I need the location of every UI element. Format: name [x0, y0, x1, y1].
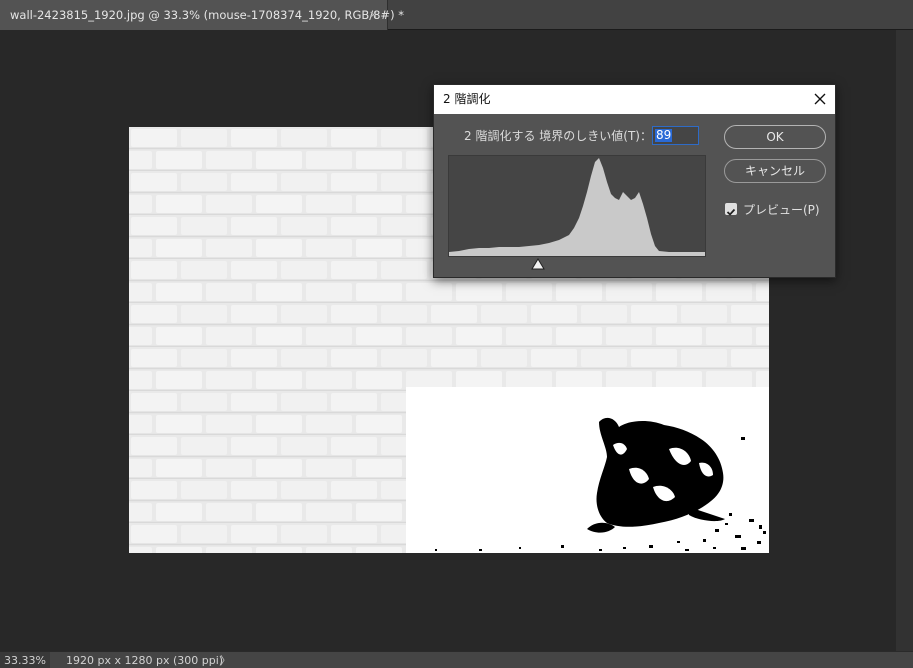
cancel-button[interactable]: キャンセル: [724, 159, 826, 183]
document-tab-bar: wall-2423815_1920.jpg @ 33.3% (mouse-170…: [0, 0, 913, 30]
histogram: [448, 155, 706, 257]
checkmark-icon: [726, 208, 736, 216]
status-bar: 33.33% 1920 px x 1280 px (300 ppi) 〉: [0, 651, 913, 668]
photoshop-window: wall-2423815_1920.jpg @ 33.3% (mouse-170…: [0, 0, 913, 668]
histogram-area: [449, 158, 705, 256]
histogram-graph: [449, 158, 705, 256]
status-menu-arrow-icon[interactable]: 〉: [220, 652, 231, 668]
document-info: 1920 px x 1280 px (300 ppi): [66, 654, 224, 667]
document-tab-title: wall-2423815_1920.jpg @ 33.3% (mouse-170…: [10, 8, 404, 22]
vertical-scrollbar[interactable]: [896, 30, 913, 651]
ok-button[interactable]: OK: [724, 125, 826, 149]
preview-checkbox[interactable]: [725, 203, 737, 216]
dialog-title: 2 階調化: [443, 92, 491, 106]
close-icon[interactable]: [812, 91, 828, 107]
threshold-dialog: 2 階調化 2 階調化する 境界のしきい値(T)： 89 OK キャンセル: [433, 84, 836, 278]
threshold-slider-handle[interactable]: [531, 258, 545, 270]
zoom-level[interactable]: 33.33%: [0, 652, 50, 668]
threshold-level-label: 2 階調化する 境界のしきい値(T)：: [464, 129, 652, 143]
dialog-titlebar[interactable]: 2 階調化: [434, 85, 835, 114]
document-tab[interactable]: wall-2423815_1920.jpg @ 33.3% (mouse-170…: [0, 0, 404, 30]
close-tab-icon[interactable]: ×: [369, 0, 378, 30]
preview-label: プレビュー(P): [743, 203, 820, 217]
threshold-level-input[interactable]: [652, 126, 699, 145]
